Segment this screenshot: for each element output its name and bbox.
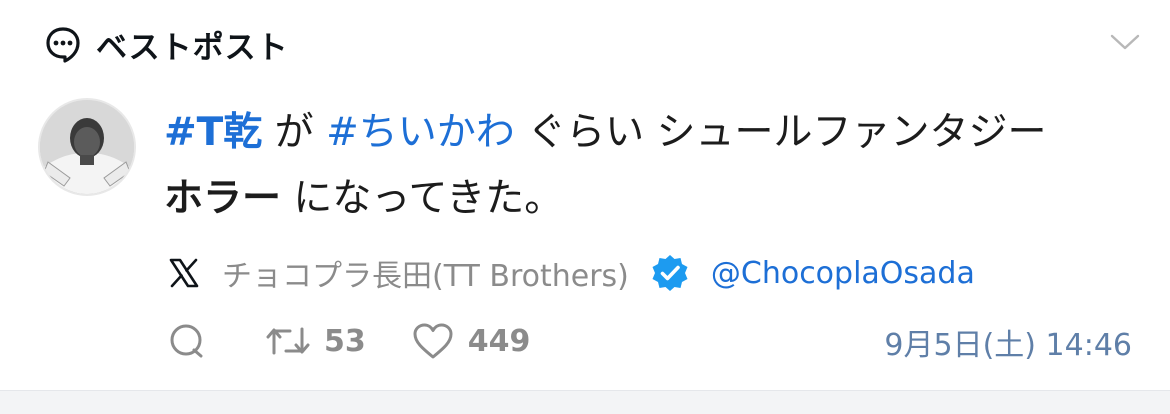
card-header: ベストポスト — [44, 22, 289, 66]
reply-icon — [166, 321, 206, 361]
repost-count: 53 — [324, 323, 366, 359]
heart-icon — [412, 322, 454, 360]
author-handle[interactable]: @ChocoplaOsada — [711, 256, 975, 291]
repost-icon — [266, 323, 310, 359]
card-title: ベストポスト — [96, 29, 289, 66]
post-timestamp[interactable]: 9月5日(土) 14:46 — [884, 320, 1132, 364]
avatar[interactable] — [38, 98, 136, 196]
post-source[interactable]: チョコプラ長田(TT Brothers) @ChocoplaOsada — [166, 250, 975, 296]
post-text: #T乾 が #ちいかわ ぐらい シュールファンタジーホラー になってきた。 — [164, 100, 1084, 232]
best-post-card: ベストポスト #T乾 が #ちいかわ ぐらい シュールファンタジーホラー になっ… — [0, 0, 1170, 392]
chevron-down-icon[interactable] — [1108, 28, 1142, 56]
chat-bubble-icon — [44, 25, 82, 63]
x-logo-icon — [166, 255, 202, 291]
repost-button[interactable]: 53 — [266, 323, 366, 359]
post-text-segment: が — [262, 110, 327, 155]
hashtag-link[interactable]: #T乾 — [164, 110, 262, 155]
hashtag-link[interactable]: #ちいかわ — [326, 110, 515, 155]
verified-badge-icon — [649, 252, 691, 294]
like-button[interactable]: 449 — [412, 322, 531, 360]
card-divider — [0, 390, 1170, 414]
post-text-segment: ぐらい シュールファンタジー — [514, 110, 1047, 155]
author-name[interactable]: チョコプラ長田(TT Brothers) — [222, 251, 629, 295]
like-count: 449 — [467, 323, 531, 359]
post-actions: 53 449 — [166, 318, 576, 364]
post-text-bold: ホラー — [164, 176, 282, 221]
post-text-segment: になってきた。 — [281, 176, 564, 221]
reply-button[interactable] — [166, 321, 220, 361]
